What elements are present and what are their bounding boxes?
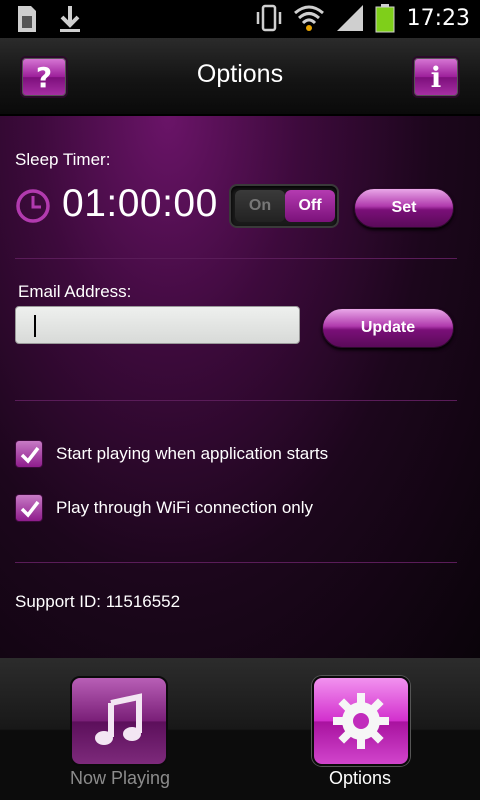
email-field[interactable]: [15, 306, 300, 344]
divider: [15, 258, 457, 259]
music-note-icon: [95, 693, 142, 745]
signal-icon: [336, 5, 363, 31]
title-bar: ? Options i: [0, 38, 480, 116]
options-label[interactable]: Options: [280, 768, 440, 789]
download-icon: [60, 6, 80, 32]
sleep-timer-value[interactable]: 01:00:00: [62, 182, 218, 226]
status-bar: 17:23: [0, 0, 480, 38]
options-panel: Sleep Timer: 01:00:00 On Off Set Email A…: [0, 116, 480, 658]
gear-icon: [333, 693, 389, 749]
set-button[interactable]: Set: [354, 188, 454, 228]
divider: [15, 400, 457, 401]
toggle-on-option[interactable]: On: [235, 190, 285, 222]
sleep-timer-label: Sleep Timer:: [15, 150, 111, 169]
toggle-off-option[interactable]: Off: [285, 190, 335, 222]
support-id: Support ID: 11516552: [15, 592, 181, 611]
options-button[interactable]: [312, 676, 410, 766]
text-cursor: [34, 315, 36, 337]
now-playing-label[interactable]: Now Playing: [40, 768, 200, 789]
now-playing-button[interactable]: [70, 676, 168, 766]
info-icon: i: [430, 60, 442, 94]
autoplay-label[interactable]: Start playing when application starts: [56, 444, 328, 464]
info-button[interactable]: i: [412, 56, 460, 98]
update-button[interactable]: Update: [322, 308, 454, 348]
bottom-nav: Now Playing Options: [0, 658, 480, 800]
battery-icon: [375, 4, 395, 33]
sim-card-icon: [18, 6, 36, 32]
clock-icon: [16, 189, 50, 223]
page-title: Options: [196, 60, 284, 88]
wifi-only-label[interactable]: Play through WiFi connection only: [56, 498, 313, 518]
status-time: 17:23: [406, 5, 470, 31]
email-label: Email Address:: [18, 282, 132, 301]
checkmark-icon: [20, 446, 40, 464]
wifi-icon: [293, 5, 324, 31]
checkmark-icon: [20, 500, 40, 518]
vibrate-icon: [256, 4, 281, 32]
autoplay-checkbox[interactable]: [15, 440, 43, 468]
sleep-timer-toggle[interactable]: On Off: [229, 184, 339, 228]
divider: [15, 562, 457, 563]
wifi-only-checkbox[interactable]: [15, 494, 43, 522]
